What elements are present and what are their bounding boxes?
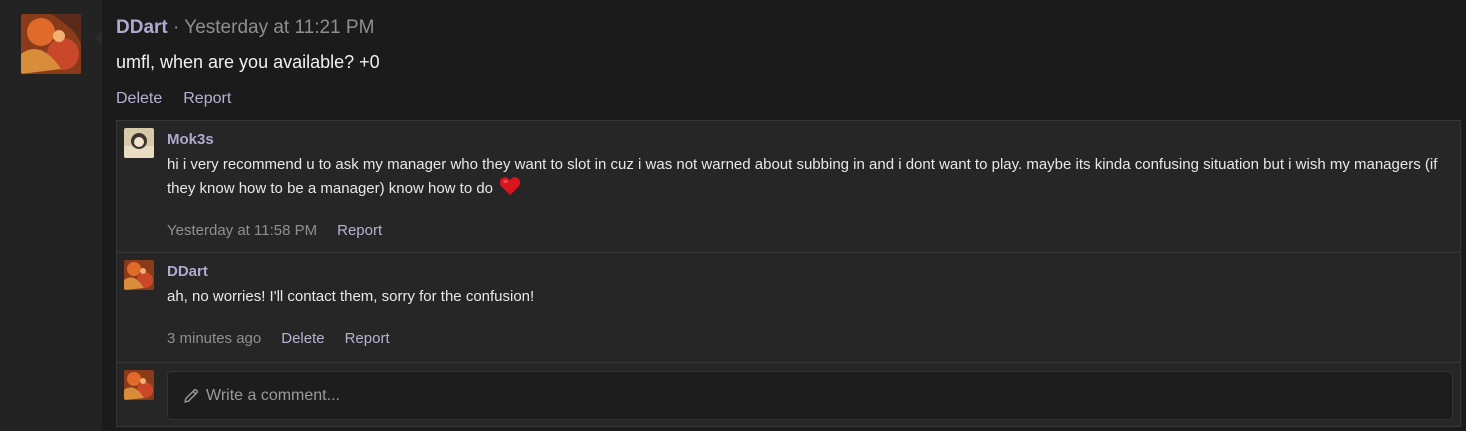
comments-section: Mok3s hi i very recommend u to ask my ma… [116, 120, 1461, 427]
delete-button[interactable]: Delete [281, 330, 324, 348]
comment-meta: Yesterday at 11:58 PM Report [167, 222, 382, 240]
post-header: DDart · Yesterday at 11:21 PM [116, 17, 374, 39]
report-button[interactable]: Report [337, 222, 382, 240]
comment-text: ah, no worries! I'll contact them, sorry… [167, 288, 535, 305]
avatar[interactable] [124, 370, 154, 400]
comment-composer: Write a comment... [117, 363, 1460, 428]
comment-placeholder: Write a comment... [206, 386, 340, 404]
avatar[interactable] [124, 128, 154, 158]
post-separator: · [173, 17, 180, 38]
post-pointer [94, 30, 102, 46]
comment-meta: 3 minutes ago Delete Report [167, 330, 390, 348]
comment-input[interactable]: Write a comment... [167, 371, 1453, 420]
comment-text-content: hi i very recommend u to ask my manager … [167, 156, 1438, 197]
comment-author[interactable]: Mok3s [167, 131, 214, 149]
comment-time[interactable]: Yesterday at 11:58 PM [167, 222, 317, 240]
comment-author[interactable]: DDart [167, 263, 208, 281]
delete-button[interactable]: Delete [116, 89, 162, 109]
post-time[interactable]: Yesterday at 11:21 PM [184, 17, 374, 38]
comment: Mok3s hi i very recommend u to ask my ma… [117, 121, 1460, 253]
comment: DDart ah, no worries! I'll contact them,… [117, 253, 1460, 363]
avatar[interactable] [124, 260, 154, 290]
report-button[interactable]: Report [183, 89, 231, 109]
comment-time[interactable]: 3 minutes ago [167, 330, 261, 348]
post-body: umfl, when are you available? +0 [116, 52, 380, 72]
post-actions: Delete Report [116, 89, 231, 109]
heart-icon [499, 176, 521, 196]
comment-text: hi i very recommend u to ask my manager … [167, 153, 1446, 200]
report-button[interactable]: Report [345, 330, 390, 348]
post-author[interactable]: DDart [116, 17, 168, 38]
avatar[interactable] [21, 14, 81, 74]
pencil-icon [182, 387, 200, 405]
